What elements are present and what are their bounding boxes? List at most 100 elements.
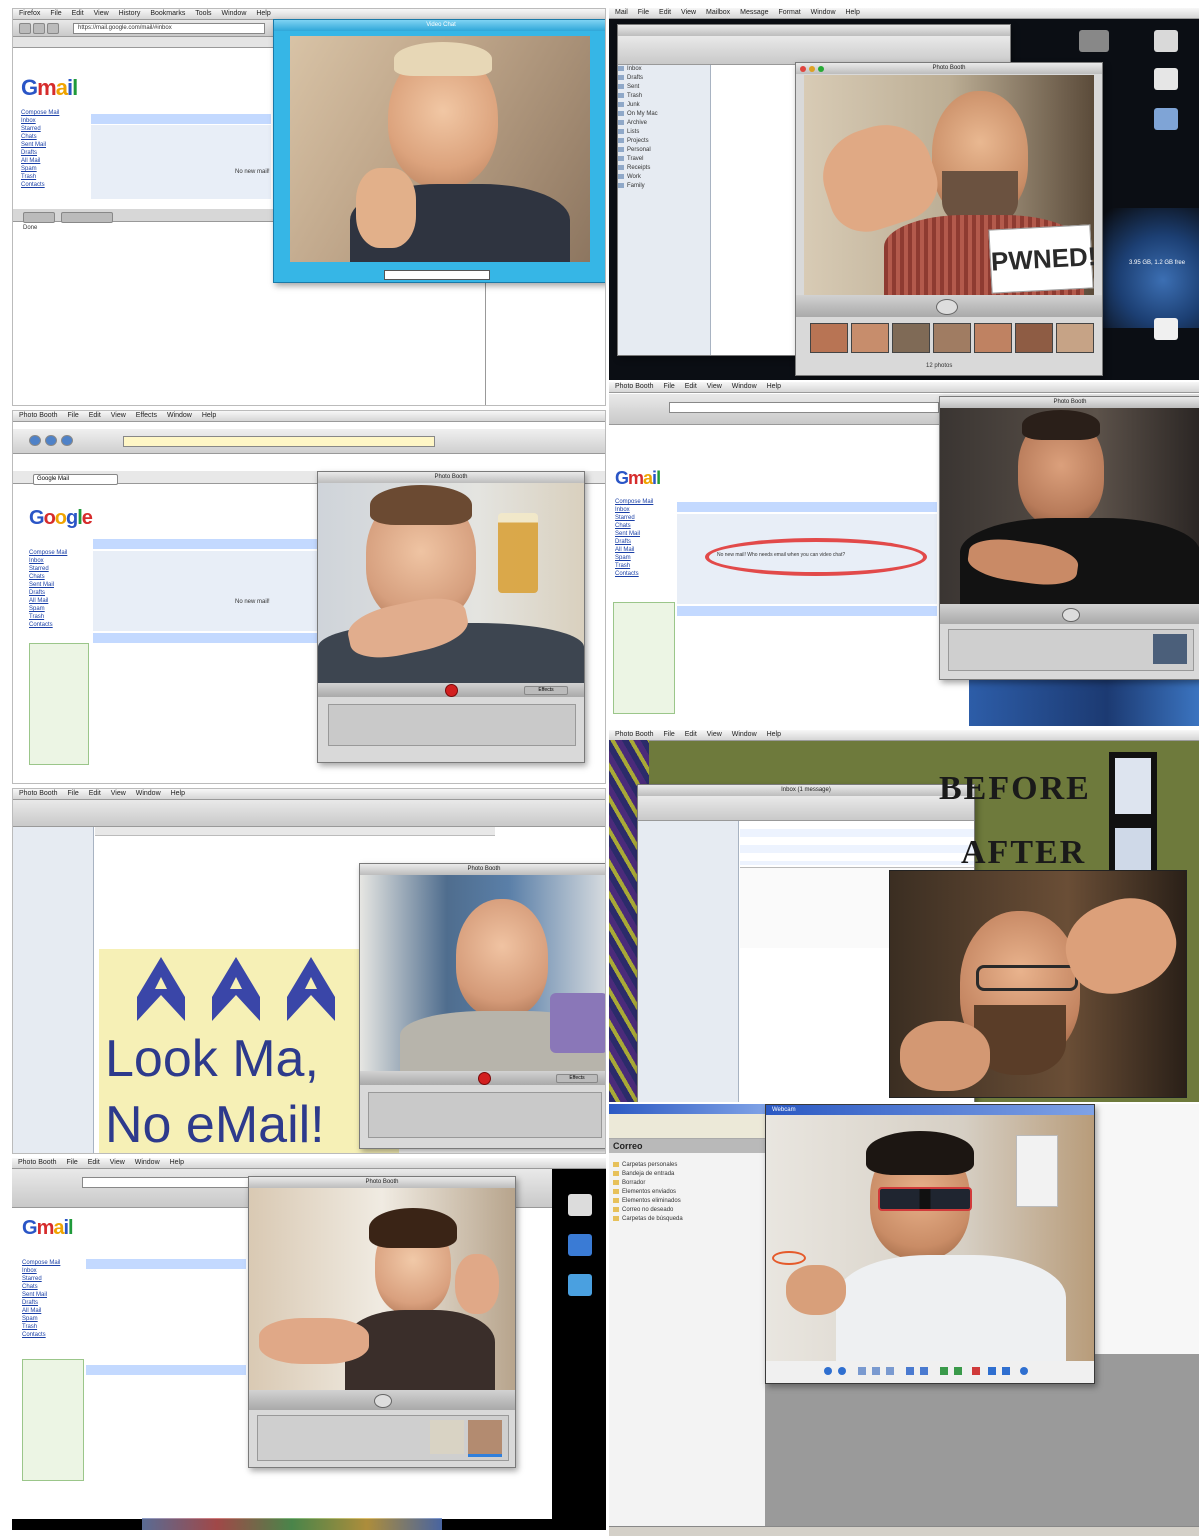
minimize-icon[interactable] [809, 66, 815, 72]
menu-item[interactable]: Effects [136, 412, 157, 419]
toolbar-icon[interactable] [988, 1367, 996, 1375]
window-titlebar[interactable]: Inbox (1 message) [638, 785, 974, 796]
window-titlebar[interactable]: Photo Booth [940, 397, 1199, 408]
chats-link[interactable]: Chats [22, 1283, 60, 1291]
menu-item[interactable]: Edit [89, 790, 101, 797]
photo-booth-window[interactable]: Photo Booth Effects [317, 471, 585, 763]
menu-item[interactable]: Mail [615, 9, 628, 16]
photo-thumbnail[interactable] [1153, 634, 1187, 664]
menu-item[interactable]: Window [136, 790, 161, 797]
photo-booth-window[interactable]: Photo Booth Effects [359, 863, 605, 1149]
mailbox-item[interactable]: Archive [618, 119, 710, 128]
spam-link[interactable]: Spam [21, 165, 59, 173]
toolbar-icon[interactable] [1002, 1367, 1010, 1375]
camera-icon[interactable] [936, 299, 958, 315]
toolbar-icon[interactable] [906, 1367, 914, 1375]
menu-item[interactable]: Help [256, 10, 270, 17]
toolbar-icon[interactable] [920, 1367, 928, 1375]
menu-item[interactable]: Window [732, 383, 757, 390]
menu-item[interactable]: Format [778, 9, 800, 16]
toolbar-icon[interactable] [886, 1367, 894, 1375]
photo-thumbnail[interactable] [851, 323, 889, 353]
sent-link[interactable]: Sent Mail [22, 1291, 60, 1299]
photo-thumbnail[interactable] [1056, 323, 1094, 353]
mailbox-item[interactable]: Junk [618, 101, 710, 110]
mailbox-item[interactable]: Receipts [618, 164, 710, 173]
window-titlebar[interactable]: Photo Booth [796, 63, 1102, 74]
menu-item[interactable]: File [67, 790, 78, 797]
forward-button[interactable] [33, 23, 45, 34]
folder-item[interactable]: Correo no deseado [613, 1206, 761, 1215]
window-titlebar[interactable] [618, 25, 1010, 36]
menu-item[interactable]: View [681, 9, 696, 16]
sent-link[interactable]: Sent Mail [615, 530, 653, 538]
inbox-link[interactable]: Inbox [21, 117, 59, 125]
menu-item[interactable]: Help [202, 412, 216, 419]
photo-thumbnail[interactable] [430, 1420, 464, 1454]
menu-item[interactable]: Photo Booth [19, 790, 58, 797]
menu-item[interactable]: Photo Booth [615, 383, 654, 390]
menu-item[interactable]: Mailbox [706, 9, 730, 16]
drafts-link[interactable]: Drafts [29, 589, 67, 597]
photo-thumbnail[interactable] [810, 323, 848, 353]
chats-link[interactable]: Chats [615, 522, 653, 530]
allmail-link[interactable]: All Mail [21, 157, 59, 165]
folder-item[interactable]: Bandeja de entrada [613, 1170, 761, 1179]
status-button[interactable] [61, 212, 113, 223]
menu-item[interactable]: Window [811, 9, 836, 16]
forward-button[interactable] [45, 435, 57, 446]
menu-item[interactable]: Help [767, 731, 781, 738]
menu-item[interactable]: Window [221, 10, 246, 17]
starred-link[interactable]: Starred [29, 565, 67, 573]
menu-item[interactable]: Photo Booth [19, 412, 58, 419]
window-titlebar[interactable]: Photo Booth [360, 864, 605, 875]
effects-button[interactable]: Effects [556, 1074, 598, 1083]
contacts-link[interactable]: Contacts [21, 181, 59, 189]
toolbar-icon[interactable] [940, 1367, 948, 1375]
starred-link[interactable]: Starred [22, 1275, 60, 1283]
drive-icon[interactable] [1079, 30, 1109, 52]
menu-item[interactable]: Bookmarks [150, 10, 185, 17]
menu-item[interactable]: Photo Booth [18, 1159, 57, 1166]
chats-link[interactable]: Chats [29, 573, 67, 581]
mailbox-item[interactable]: Work [618, 173, 710, 182]
mailbox-item[interactable]: Lists [618, 128, 710, 137]
effects-button[interactable]: Effects [524, 686, 568, 695]
photo-booth-window[interactable]: Photo Booth [248, 1176, 516, 1468]
menu-item[interactable]: Window [732, 731, 757, 738]
trash-link[interactable]: Trash [22, 1323, 60, 1331]
menu-item[interactable]: File [50, 10, 61, 17]
compose-link[interactable]: Compose Mail [21, 109, 59, 117]
folder-item[interactable]: Borrador [613, 1179, 761, 1188]
menu-item[interactable]: View [94, 10, 109, 17]
mailbox-item[interactable]: Drafts [618, 74, 710, 83]
window-input[interactable] [384, 270, 490, 280]
back-button[interactable] [19, 23, 31, 34]
trash-link[interactable]: Trash [21, 173, 59, 181]
photo-booth-window[interactable]: Photo Booth [939, 396, 1199, 680]
inbox-link[interactable]: Inbox [615, 506, 653, 514]
menu-item[interactable]: Edit [88, 1159, 100, 1166]
folder-item[interactable]: Elementos enviados [613, 1188, 761, 1197]
menu-item[interactable]: Window [135, 1159, 160, 1166]
mailbox-item[interactable]: Travel [618, 155, 710, 164]
menu-item[interactable]: Photo Booth [615, 731, 654, 738]
menu-item[interactable]: File [66, 1159, 77, 1166]
spam-link[interactable]: Spam [29, 605, 67, 613]
url-bar[interactable] [669, 402, 939, 413]
spam-link[interactable]: Spam [22, 1315, 60, 1323]
browser-tab[interactable]: Google Mail [33, 474, 118, 485]
app-icon[interactable] [568, 1234, 592, 1256]
drive-icon[interactable] [1154, 68, 1178, 90]
mailbox-item[interactable]: Inbox [618, 65, 710, 74]
capture-button[interactable] [478, 1072, 491, 1085]
starred-link[interactable]: Starred [21, 125, 59, 133]
menu-item[interactable]: Help [171, 790, 185, 797]
menu-item[interactable]: View [110, 1159, 125, 1166]
allmail-link[interactable]: All Mail [29, 597, 67, 605]
menu-item[interactable]: View [707, 731, 722, 738]
reload-button[interactable] [61, 435, 73, 446]
contacts-link[interactable]: Contacts [29, 621, 67, 629]
mailbox-item[interactable]: Personal [618, 146, 710, 155]
app-icon[interactable] [568, 1274, 592, 1296]
